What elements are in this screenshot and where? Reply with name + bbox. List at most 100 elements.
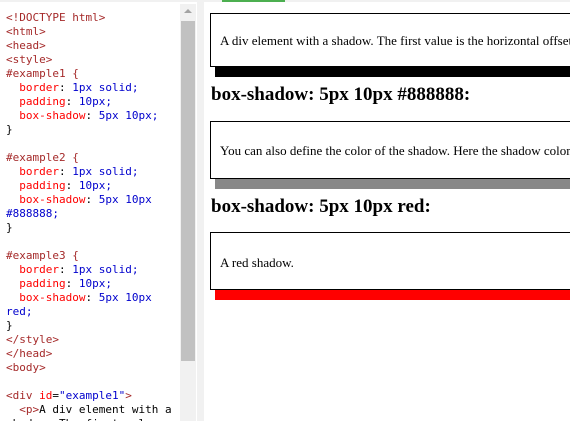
code-token: border xyxy=(19,263,59,276)
code-line[interactable]: border: 1px solid; xyxy=(6,263,172,277)
example2-box: You can also define the color of the sha… xyxy=(210,121,570,179)
code-token: padding xyxy=(19,277,66,290)
code-line[interactable]: </head> xyxy=(6,347,172,361)
code-token: <html> xyxy=(6,25,46,38)
code-token: : xyxy=(59,165,73,178)
code-line[interactable]: padding: 10px; xyxy=(6,179,172,193)
code-line[interactable] xyxy=(6,137,172,151)
code-line[interactable]: <body> xyxy=(6,361,172,375)
code-token: : xyxy=(59,263,73,276)
scrollbar-thumb[interactable] xyxy=(181,21,195,361)
code-line[interactable]: red; xyxy=(6,305,172,319)
code-line[interactable]: box-shadow: 5px 10px xyxy=(6,291,172,305)
code-token: #example1 { xyxy=(6,67,79,80)
code-token: : xyxy=(85,291,99,304)
code-line[interactable]: <div id="example1"> xyxy=(6,389,172,403)
code-token: box-shadow xyxy=(19,291,86,304)
code-token: 10px; xyxy=(78,95,112,108)
code-token: : xyxy=(85,193,99,206)
code-line[interactable]: #example1 { xyxy=(6,67,172,81)
code-token: </head> xyxy=(6,347,53,360)
code-token: : xyxy=(65,277,79,290)
code-token: id xyxy=(39,389,53,402)
code-line[interactable]: box-shadow: 5px 10px xyxy=(6,193,172,207)
example3-box: A red shadow. xyxy=(210,232,570,290)
code-line[interactable]: border: 1px solid; xyxy=(6,81,172,95)
code-token: red; xyxy=(6,305,33,318)
editor-scrollbar[interactable] xyxy=(180,4,196,421)
code-token: 5px 10px xyxy=(98,291,152,304)
code-token: : xyxy=(85,109,99,122)
code-token: <p> xyxy=(19,403,40,416)
code-line[interactable]: </style> xyxy=(6,333,172,347)
code-text[interactable]: <!DOCTYPE html> <html> <head> <style> #examp… xyxy=(6,11,172,421)
code-editor[interactable]: <!DOCTYPE html> <html> <head> <style> #examp… xyxy=(0,2,197,421)
scroll-up-arrow-icon[interactable] xyxy=(184,9,192,13)
code-token: "example1" xyxy=(59,389,126,402)
example2-text: You can also define the color of the sha… xyxy=(220,143,570,158)
code-token: shadow. The first value xyxy=(6,417,158,421)
code-line[interactable]: <html> xyxy=(6,25,172,39)
code-token: <head> xyxy=(6,39,46,52)
code-token: } xyxy=(6,221,13,234)
code-line[interactable]: box-shadow: 5px 10px; xyxy=(6,109,172,123)
code-line[interactable]: #example2 { xyxy=(6,151,172,165)
heading-example3: box-shadow: 5px 10px red: xyxy=(211,196,431,217)
code-token: padding xyxy=(19,95,66,108)
code-line[interactable]: <head> xyxy=(6,39,172,53)
code-token: : xyxy=(65,95,79,108)
code-token: <!DOCTYPE html> xyxy=(6,11,106,24)
code-line[interactable]: <!DOCTYPE html> xyxy=(6,11,172,25)
code-token: : xyxy=(65,179,79,192)
code-token: > xyxy=(125,389,132,402)
code-token: 5px 10px; xyxy=(98,109,159,122)
example1-text: A div element with a shadow. The first v… xyxy=(220,33,570,48)
code-line[interactable]: <style> xyxy=(6,53,172,67)
result-pane: A div element with a shadow. The first v… xyxy=(204,2,570,421)
code-token: 5px 10px xyxy=(98,193,152,206)
code-token: #888888; xyxy=(6,207,59,220)
code-token: A div element with a xyxy=(39,403,172,416)
code-token: padding xyxy=(19,179,66,192)
code-line[interactable]: } xyxy=(6,221,172,235)
heading-example2: box-shadow: 5px 10px #888888: xyxy=(211,84,471,105)
code-line[interactable]: shadow. The first value xyxy=(6,417,172,421)
code-token: <style> xyxy=(6,53,53,66)
example3-text: A red shadow. xyxy=(220,255,294,270)
code-token: 1px solid; xyxy=(72,263,139,276)
code-token: : xyxy=(59,81,73,94)
code-line[interactable]: padding: 10px; xyxy=(6,277,172,291)
code-token: box-shadow xyxy=(19,193,86,206)
code-token: = xyxy=(52,389,59,402)
code-line[interactable]: padding: 10px; xyxy=(6,95,172,109)
code-token: border xyxy=(19,165,59,178)
code-line[interactable] xyxy=(6,235,172,249)
code-line[interactable]: } xyxy=(6,123,172,137)
code-token: 1px solid; xyxy=(72,81,139,94)
code-token: </style> xyxy=(6,333,59,346)
code-token: box-shadow xyxy=(19,109,86,122)
example1-box: A div element with a shadow. The first v… xyxy=(210,13,570,67)
code-token: 10px; xyxy=(78,277,112,290)
code-line[interactable] xyxy=(6,375,172,389)
code-line[interactable]: <p>A div element with a xyxy=(6,403,172,417)
code-token: } xyxy=(6,123,13,136)
code-token: #example2 { xyxy=(6,151,79,164)
code-line[interactable]: } xyxy=(6,319,172,333)
code-token: border xyxy=(19,81,59,94)
code-token: } xyxy=(6,319,13,332)
code-line[interactable]: #888888; xyxy=(6,207,172,221)
code-token: 10px; xyxy=(78,179,112,192)
code-token: <div xyxy=(6,389,40,402)
code-line[interactable]: #example3 { xyxy=(6,249,172,263)
code-line[interactable]: border: 1px solid; xyxy=(6,165,172,179)
code-token: 1px solid; xyxy=(72,165,139,178)
